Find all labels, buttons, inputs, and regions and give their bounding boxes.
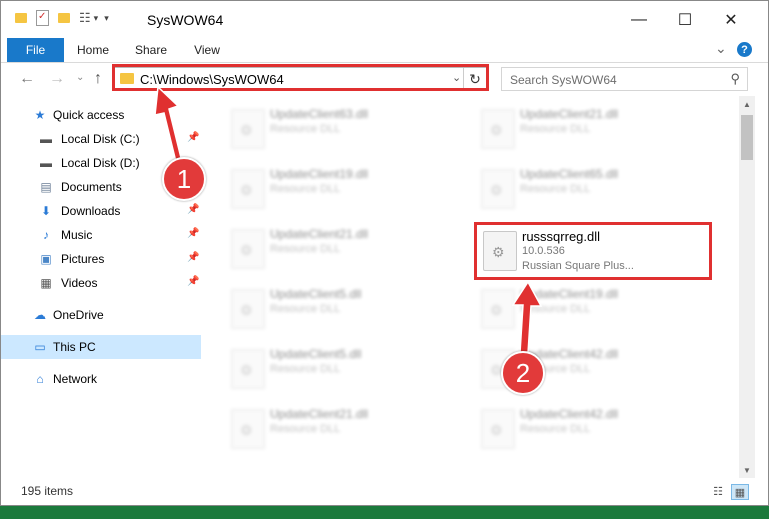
step-2-badge: 2 [501, 351, 545, 395]
arrow-1 [154, 85, 183, 168]
arrow-2 [511, 280, 543, 354]
step-1-badge: 1 [162, 157, 206, 201]
explorer-window: ✓ ☷ ▾ ▾ SysWOW64 — ☐ ✕ File Home Share V… [0, 0, 769, 506]
annotation-arrows [154, 85, 543, 354]
